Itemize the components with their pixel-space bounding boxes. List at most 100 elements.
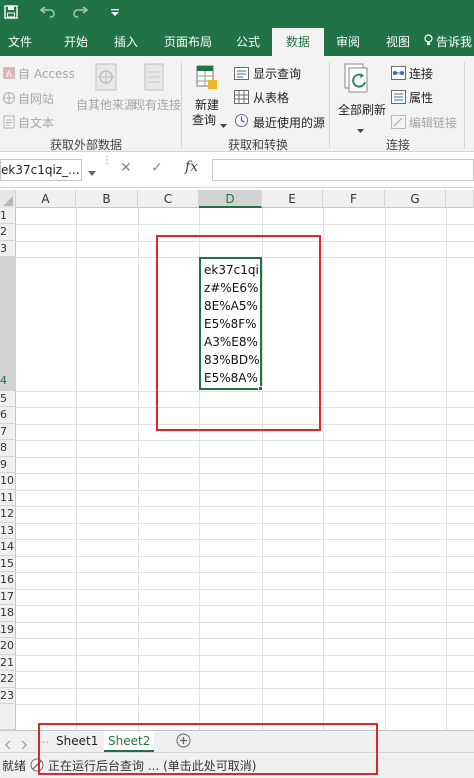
chevron-down-icon xyxy=(357,119,364,138)
row-header[interactable]: 11 xyxy=(0,490,16,506)
row-header[interactable]: 9 xyxy=(0,457,16,473)
grid-line xyxy=(446,208,447,730)
grid-line xyxy=(16,572,474,573)
row-header[interactable]: 17 xyxy=(0,589,16,605)
from-other-sources-button[interactable]: 自其他来源 xyxy=(76,96,136,113)
row-header[interactable]: 2 xyxy=(0,224,16,241)
tab-data[interactable]: 数据 xyxy=(272,28,324,56)
new-query-label-2[interactable]: 查询 xyxy=(192,111,216,128)
tab-review[interactable]: 审阅 xyxy=(330,28,366,56)
connections-icon xyxy=(391,65,406,84)
row-header[interactable]: 1 xyxy=(0,208,16,224)
insert-function-icon[interactable]: fx xyxy=(185,159,198,175)
from-table-button[interactable]: 从表格 xyxy=(253,89,289,106)
existing-connections-button[interactable]: 现有连接 xyxy=(133,96,181,113)
ribbon-separator xyxy=(329,62,330,148)
row-header[interactable]: 18 xyxy=(0,605,16,622)
row-header-selected[interactable]: 4 xyxy=(0,257,16,391)
from-access-button[interactable]: 自 Access xyxy=(18,65,75,82)
column-header-h[interactable] xyxy=(446,190,474,208)
tab-insert[interactable]: 插入 xyxy=(108,28,144,56)
row-header[interactable]: 3 xyxy=(0,241,16,257)
highlight-box-cell xyxy=(156,235,321,431)
recent-sources-button[interactable]: 最近使用的源 xyxy=(253,114,325,131)
show-queries-icon xyxy=(234,65,249,84)
tab-file[interactable]: 文件 xyxy=(2,28,38,56)
save-icon[interactable] xyxy=(4,5,18,23)
row-header[interactable] xyxy=(0,704,16,730)
customize-qat-icon[interactable] xyxy=(110,6,120,22)
confirm-entry-icon[interactable]: ✓ xyxy=(151,160,163,176)
grid-line xyxy=(16,440,474,441)
column-header-b[interactable]: B xyxy=(76,190,138,208)
highlight-box-status xyxy=(38,723,378,775)
row-header[interactable]: 14 xyxy=(0,539,16,556)
properties-icon xyxy=(391,89,406,108)
tab-home[interactable]: 开始 xyxy=(58,28,94,56)
redo-icon[interactable] xyxy=(72,4,89,22)
tell-me-search[interactable]: 告诉我 xyxy=(424,28,474,56)
select-all-corner[interactable] xyxy=(0,190,16,208)
namebox-dropdown-icon[interactable] xyxy=(88,162,96,181)
grid-line xyxy=(16,589,474,590)
grid-line xyxy=(323,208,324,730)
tab-page-layout[interactable]: 页面布局 xyxy=(158,28,218,56)
properties-button[interactable]: 属性 xyxy=(409,89,433,106)
grid-line xyxy=(16,671,474,672)
grid-line xyxy=(76,208,77,730)
row-header[interactable]: 21 xyxy=(0,655,16,671)
row-header[interactable]: 13 xyxy=(0,523,16,539)
grid-line xyxy=(16,539,474,540)
from-text-button[interactable]: 自文本 xyxy=(18,114,54,131)
tab-view[interactable]: 视图 xyxy=(380,28,416,56)
show-queries-button[interactable]: 显示查询 xyxy=(253,65,301,82)
lightbulb-icon xyxy=(424,28,436,56)
column-header-a[interactable]: A xyxy=(16,190,76,208)
row-header[interactable]: 22 xyxy=(0,671,16,688)
connections-button[interactable]: 连接 xyxy=(409,65,433,82)
row-header[interactable]: 15 xyxy=(0,556,16,572)
edit-links-button[interactable]: 编辑链接 xyxy=(409,114,457,131)
from-web-button[interactable]: 自网站 xyxy=(18,90,54,107)
existing-connections-icon xyxy=(142,62,168,98)
column-header-g[interactable]: G xyxy=(385,190,446,208)
grid-line xyxy=(385,208,386,730)
new-query-icon xyxy=(194,62,220,98)
refresh-all-icon xyxy=(343,62,375,100)
undo-icon[interactable] xyxy=(39,4,56,22)
tab-formulas[interactable]: 公式 xyxy=(230,28,266,56)
column-headers: A B C D E F G xyxy=(0,190,474,208)
group-label-external-data: 获取外部数据 xyxy=(50,138,123,152)
chevron-down-icon xyxy=(220,114,227,133)
formula-bar-grip-icon[interactable]: ⋮ xyxy=(102,156,112,184)
other-sources-icon xyxy=(92,62,122,98)
cancel-entry-icon[interactable]: ✕ xyxy=(120,160,132,176)
row-header[interactable]: 7 xyxy=(0,424,16,440)
row-header[interactable]: 6 xyxy=(0,407,16,424)
row-header[interactable]: 19 xyxy=(0,622,16,638)
grid-line xyxy=(16,704,474,705)
access-icon: A xyxy=(2,65,16,84)
column-header-d[interactable]: D xyxy=(199,190,262,208)
row-header[interactable]: 20 xyxy=(0,638,16,655)
column-header-f[interactable]: F xyxy=(323,190,385,208)
row-header[interactable]: 23 xyxy=(0,688,16,704)
row-header[interactable]: 16 xyxy=(0,572,16,589)
grid-line xyxy=(16,506,474,507)
column-header-e[interactable]: E xyxy=(262,190,323,208)
row-header[interactable]: 12 xyxy=(0,506,16,523)
grid-line xyxy=(138,208,139,730)
name-box[interactable]: ek37c1qiz_... xyxy=(0,159,82,181)
row-header[interactable]: 8 xyxy=(0,440,16,457)
refresh-all-button[interactable]: 全部刷新 xyxy=(338,101,386,118)
grid-line xyxy=(16,457,474,458)
row-header[interactable]: 10 xyxy=(0,473,16,490)
group-label-get-transform: 获取和转换 xyxy=(228,138,289,152)
formula-input[interactable] xyxy=(212,159,474,181)
row-header[interactable]: 5 xyxy=(0,391,16,407)
column-header-c[interactable]: C xyxy=(138,190,199,208)
web-icon xyxy=(2,90,16,109)
grid-line xyxy=(16,605,474,606)
ribbon-panel: A 自 Access 自网站 自文本 自其他来源 现有连接 获取外部数据 新建 … xyxy=(0,56,474,152)
grid-line xyxy=(16,224,474,225)
